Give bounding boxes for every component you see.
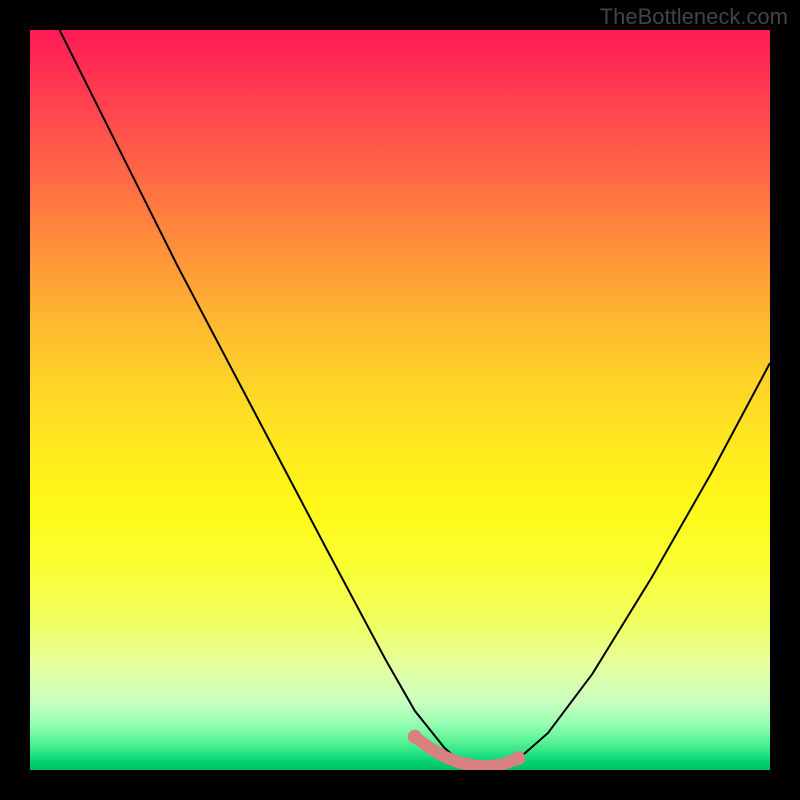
marker-layer [408, 730, 526, 767]
chart-plot-area [30, 30, 770, 770]
watermark-text: TheBottleneck.com [600, 4, 788, 30]
right-curve [489, 363, 770, 770]
left-curve [60, 30, 489, 770]
bottom-marker-dot [408, 730, 422, 744]
chart-svg [30, 30, 770, 770]
bottom-marker-dot [511, 751, 525, 765]
curve-layer [60, 30, 770, 770]
bottom-marker-stroke [415, 737, 519, 767]
